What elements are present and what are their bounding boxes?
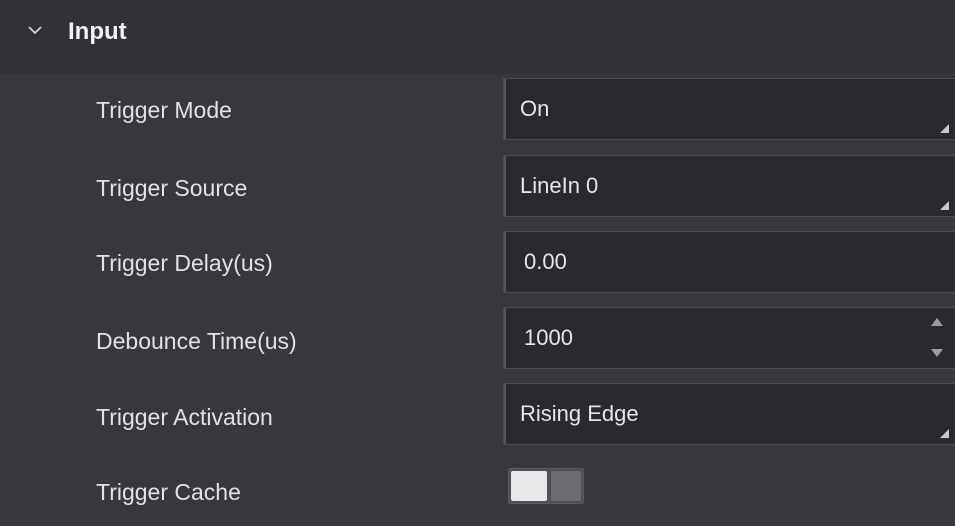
trigger-activation-dropdown[interactable]: Rising Edge bbox=[503, 383, 955, 445]
section-title: Input bbox=[68, 18, 127, 45]
input-section-header[interactable]: Input bbox=[0, 0, 955, 74]
dropdown-arrow-icon[interactable] bbox=[940, 124, 949, 133]
trigger-activation-label: Trigger Activation bbox=[96, 404, 273, 430]
dropdown-arrow-icon[interactable] bbox=[940, 201, 949, 210]
properties-panel: Input Trigger Mode On Trigger Source Lin… bbox=[0, 0, 955, 526]
toggle-track bbox=[551, 471, 581, 501]
trigger-delay-label: Trigger Delay(us) bbox=[96, 250, 273, 276]
trigger-cache-label: Trigger Cache bbox=[96, 479, 241, 505]
debounce-time-value: 1000 bbox=[524, 325, 573, 350]
field-border bbox=[504, 384, 506, 444]
field-border bbox=[504, 232, 506, 292]
field-border bbox=[504, 308, 506, 368]
field-border bbox=[504, 156, 506, 216]
spin-up-icon[interactable] bbox=[931, 318, 943, 326]
trigger-mode-value: On bbox=[520, 96, 550, 121]
debounce-time-label: Debounce Time(us) bbox=[96, 328, 297, 354]
trigger-delay-value: 0.00 bbox=[524, 249, 567, 274]
spin-down-icon[interactable] bbox=[931, 349, 943, 357]
trigger-cache-toggle[interactable] bbox=[508, 468, 584, 504]
trigger-source-label: Trigger Source bbox=[96, 175, 248, 201]
trigger-mode-dropdown[interactable]: On bbox=[503, 78, 955, 140]
field-border bbox=[504, 79, 506, 139]
dropdown-arrow-icon[interactable] bbox=[940, 429, 949, 438]
trigger-source-dropdown[interactable]: LineIn 0 bbox=[503, 155, 955, 217]
trigger-delay-input[interactable]: 0.00 bbox=[503, 231, 955, 293]
trigger-activation-value: Rising Edge bbox=[520, 401, 639, 426]
trigger-mode-label: Trigger Mode bbox=[96, 97, 232, 123]
toggle-knob bbox=[511, 471, 547, 501]
chevron-down-icon[interactable] bbox=[28, 23, 42, 37]
trigger-source-value: LineIn 0 bbox=[520, 173, 599, 198]
debounce-time-spinbox[interactable]: 1000 bbox=[503, 307, 955, 369]
